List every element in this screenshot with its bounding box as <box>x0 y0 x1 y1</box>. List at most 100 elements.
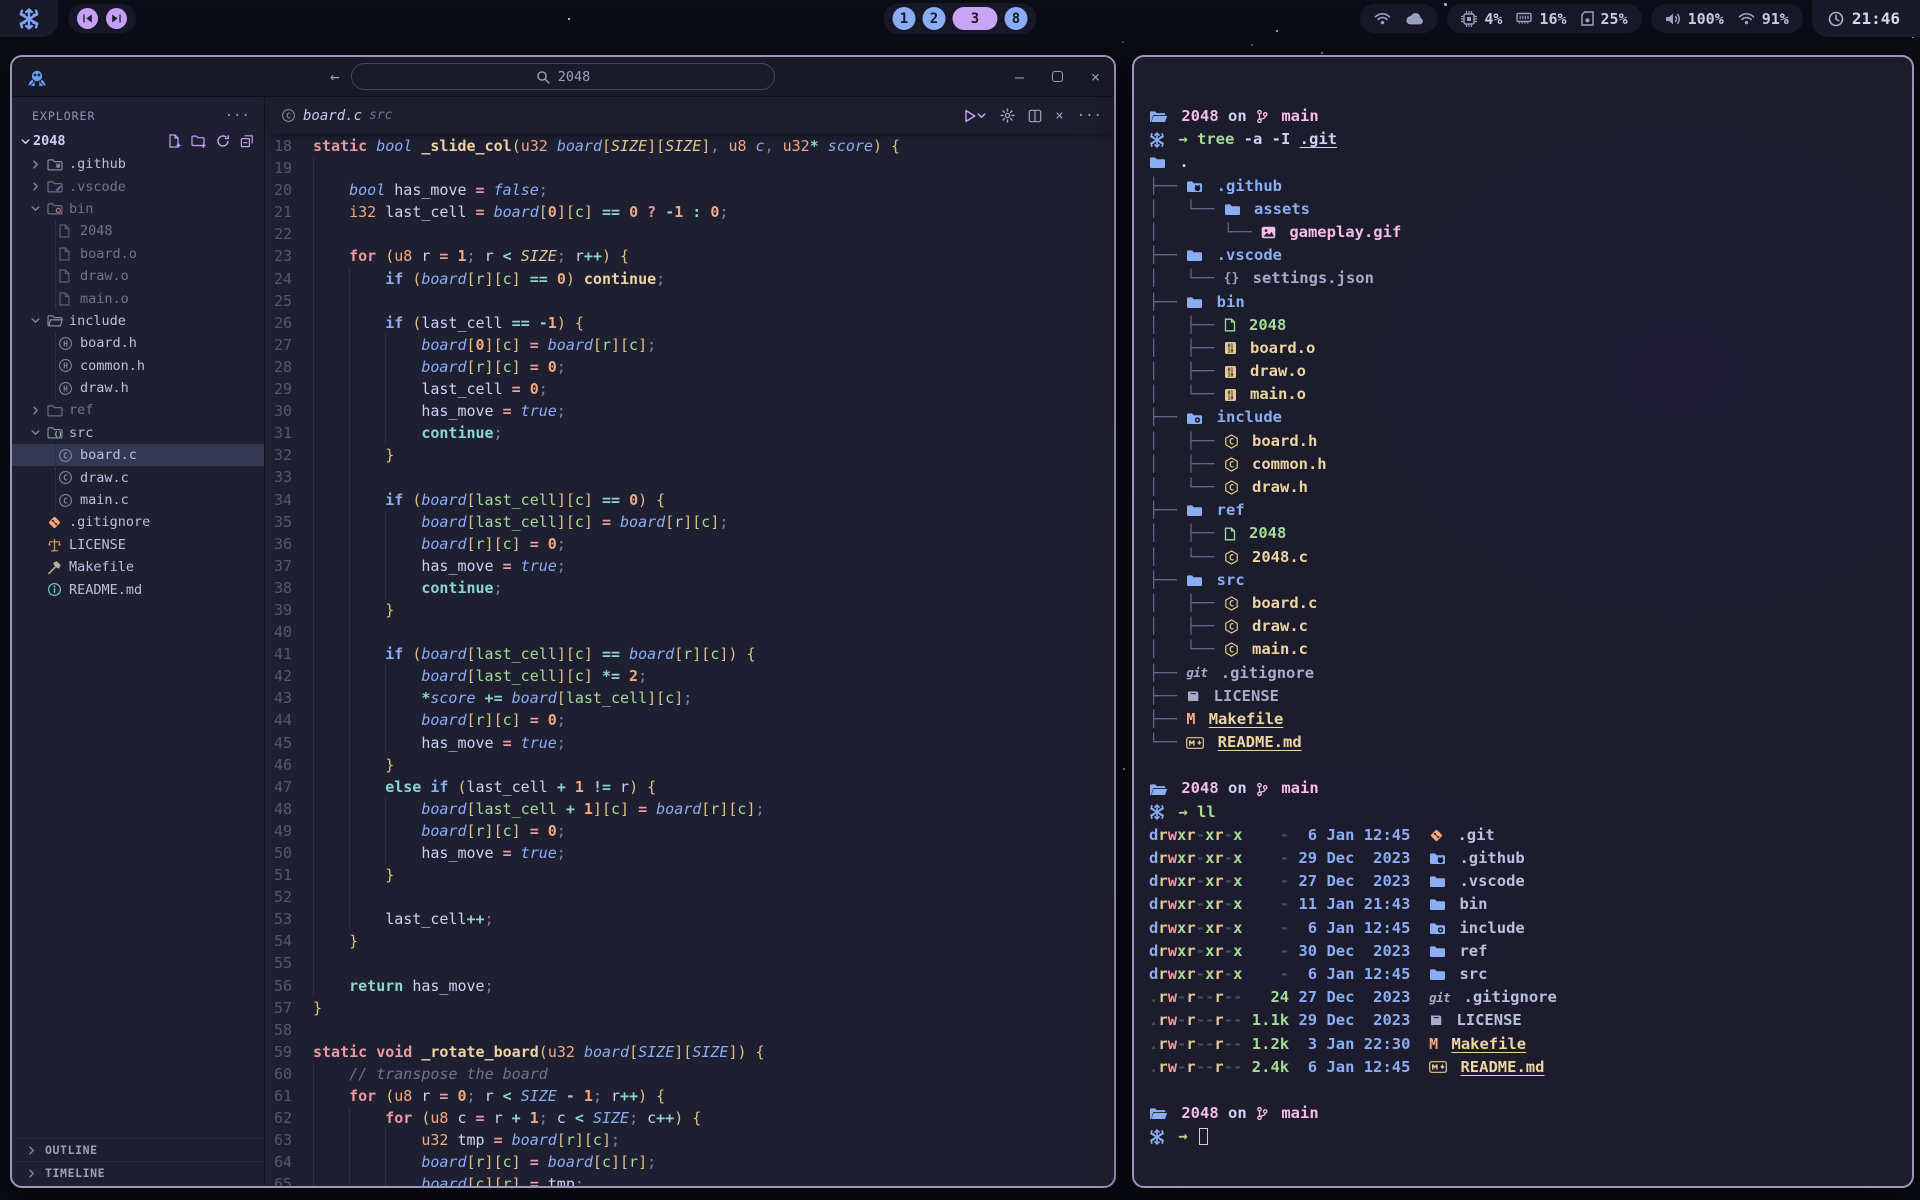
command-center-search[interactable]: 2048 <box>351 63 775 90</box>
code-line-20: 20bool has_move = false; <box>265 179 1114 201</box>
file-tree-item-board-c[interactable]: Cboard.c <box>12 444 264 466</box>
nav-back-icon[interactable]: ← <box>330 67 340 86</box>
maximize-button[interactable] <box>1052 71 1063 82</box>
terminal-line-7: │ └── {} settings.json <box>1149 267 1902 290</box>
hcirc-icon: H <box>58 358 73 373</box>
file-tree-item-src[interactable]: ()src <box>12 422 264 444</box>
file-tree-item--github[interactable]: .github <box>12 153 264 175</box>
file-tree-item-draw-h[interactable]: Hdraw.h <box>12 377 264 399</box>
media-next-button[interactable] <box>106 8 127 29</box>
tf-icon <box>1429 875 1446 888</box>
line-number: 48 <box>265 798 313 820</box>
code-line-36: 36board[r][c] = 0; <box>265 533 1114 555</box>
file-tree-item-license[interactable]: LICENSE <box>12 534 264 556</box>
tfo-icon <box>1149 110 1168 123</box>
file-tree-item--gitignore[interactable]: .gitignore <box>12 511 264 533</box>
workspace-1[interactable]: 1 <box>893 7 916 30</box>
svg-text:C: C <box>1229 460 1234 470</box>
media-prev-button[interactable] <box>77 8 98 29</box>
explorer-more-icon[interactable]: ··· <box>225 108 250 124</box>
file-tree-item-draw-o[interactable]: draw.o <box>12 265 264 287</box>
book-icon <box>1429 1014 1443 1027</box>
line-number: 63 <box>265 1129 313 1151</box>
newfolder-button[interactable] <box>191 134 206 148</box>
close-window-button[interactable]: × <box>1091 68 1100 86</box>
terminal-line-28 <box>1149 754 1902 777</box>
network-tray[interactable] <box>1360 4 1438 33</box>
tf-icon <box>1186 574 1203 587</box>
collapse-button[interactable] <box>240 134 254 148</box>
workspace-8[interactable]: 8 <box>1005 7 1028 30</box>
sidebar-section-outline[interactable]: OUTLINE <box>12 1138 264 1161</box>
branch-icon <box>1256 1106 1268 1121</box>
chex-icon: C <box>1224 550 1239 565</box>
code-line-27: 27board[0][c] = board[r][c]; <box>265 334 1114 356</box>
sidebar-section-timeline[interactable]: TIMELINE <box>12 1161 264 1184</box>
tf-icon <box>1429 898 1446 911</box>
svg-text:H: H <box>63 362 68 371</box>
code-editor[interactable]: 18static bool _slide_col(u32 board[SIZE]… <box>265 134 1114 1188</box>
svg-text:01: 01 <box>1227 344 1233 350</box>
stat-cpu: 4% <box>1461 10 1502 28</box>
file-tree-item-include[interactable]: include <box>12 310 264 332</box>
minimize-button[interactable]: – <box>1015 68 1024 86</box>
file-tree-item-main-o[interactable]: main.o <box>12 287 264 309</box>
line-number: 31 <box>265 422 313 444</box>
file-tree-item-board-o[interactable]: board.o <box>12 243 264 265</box>
code-line-19: 19 <box>265 157 1114 179</box>
terminal-window[interactable]: 2048 on main → tree -a -I .git .├── .git… <box>1132 55 1914 1188</box>
file-tree-item-makefile[interactable]: Makefile <box>12 556 264 578</box>
line-number: 65 <box>265 1173 313 1188</box>
tab-board-c[interactable]: C board.c src <box>281 108 393 124</box>
chex-icon: C <box>1224 619 1239 634</box>
explorer-sidebar: EXPLORER ··· 2048 .github.vscodebin2048b… <box>12 97 265 1186</box>
file-tree-item--vscode[interactable]: .vscode <box>12 175 264 197</box>
file-label: main.o <box>80 291 129 307</box>
workspace-2[interactable]: 2 <box>923 7 946 30</box>
clock-module[interactable]: 21:46 <box>1812 0 1920 37</box>
system-stats[interactable]: 4%16%25% <box>1447 4 1641 33</box>
gitd-icon <box>47 515 62 530</box>
line-number: 39 <box>265 599 313 621</box>
close-tab-icon[interactable]: × <box>1055 108 1063 124</box>
branch-icon <box>1256 109 1268 124</box>
snow-icon <box>1149 1129 1165 1145</box>
terminal-line-24: ├── git .gitignore <box>1149 662 1902 685</box>
nix-logo-module[interactable] <box>0 0 58 37</box>
file-tree-item-bin[interactable]: bin <box>12 198 264 220</box>
file-tree-item-common-h[interactable]: Hcommon.h <box>12 355 264 377</box>
code-line-47: 47else if (last_cell + 1 != r) { <box>265 776 1114 798</box>
terminal-line-43: 2048 on main <box>1149 1102 1902 1125</box>
run-button[interactable] <box>964 109 987 123</box>
terminal-line-0: 2048 on main <box>1149 105 1902 128</box>
workspace-3[interactable]: 3 <box>953 7 998 30</box>
stat-cpu-value: 4% <box>1484 10 1502 28</box>
refresh-button[interactable] <box>216 134 230 148</box>
svg-text:01: 01 <box>1227 390 1233 396</box>
svg-text:C: C <box>63 451 68 460</box>
file-tree-item-board-h[interactable]: Hboard.h <box>12 332 264 354</box>
line-number: 19 <box>265 157 313 179</box>
code-line-24: 24if (board[r][c] == 0) continue; <box>265 268 1114 290</box>
terminal-line-3: ├── .github <box>1149 175 1902 198</box>
newfile-button[interactable] <box>167 134 181 148</box>
file-label: src <box>69 425 93 441</box>
editor-more-icon[interactable]: ··· <box>1077 108 1102 124</box>
tab-file-name: board.c <box>303 108 362 124</box>
terminal-line-12: │ └── 0110 main.o <box>1149 383 1902 406</box>
file-tree-item-readme-md[interactable]: README.md <box>12 578 264 600</box>
explorer-title: EXPLORER <box>32 109 95 123</box>
file-tree-item-2048[interactable]: 2048 <box>12 220 264 242</box>
file-tree-item-ref[interactable]: ref <box>12 399 264 421</box>
file-tree-item-draw-c[interactable]: Cdraw.c <box>12 466 264 488</box>
top-bar: 1238 4%16%25% 100%91% 21:46 <box>0 0 1920 37</box>
audio-wifi-stats[interactable]: 100%91% <box>1651 4 1803 33</box>
line-number: 28 <box>265 356 313 378</box>
svg-text:C: C <box>1229 600 1234 610</box>
settings-gear-icon[interactable] <box>1000 108 1015 123</box>
terminal-line-36: drwxr-xr-x - 30 Dec 2023 ref <box>1149 940 1902 963</box>
terminal-line-21: │ ├── C board.c <box>1149 592 1902 615</box>
file-tree-item-main-c[interactable]: Cmain.c <box>12 489 264 511</box>
project-root-row[interactable]: 2048 <box>12 129 264 153</box>
split-editor-icon[interactable] <box>1028 109 1042 123</box>
